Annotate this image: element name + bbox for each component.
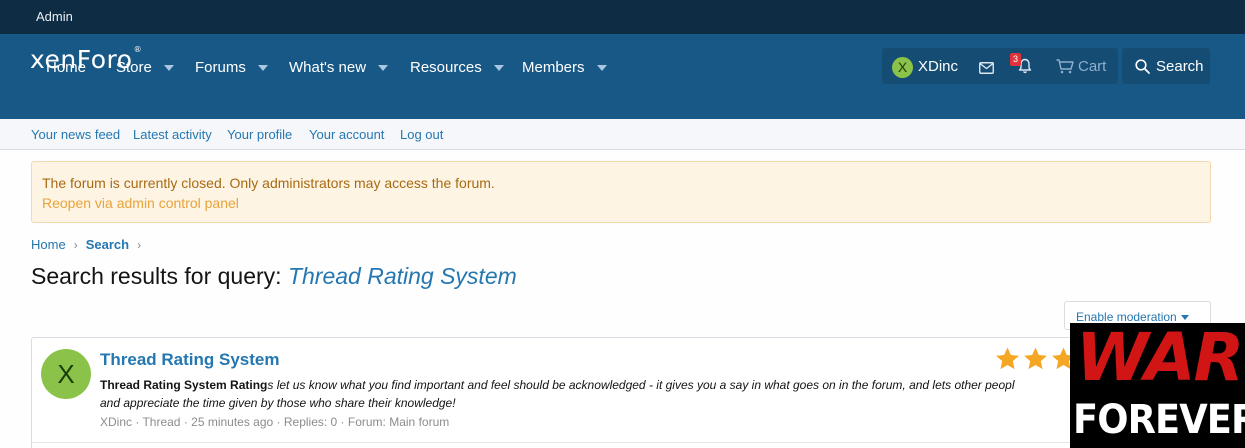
search-icon[interactable] (1135, 59, 1150, 79)
chevron-right-icon: › (137, 237, 142, 252)
sub-navigation: Your news feed Latest activity Your prof… (0, 119, 1245, 150)
search-query: Thread Rating System (287, 263, 517, 289)
admin-bar: Admin (0, 0, 1245, 34)
reopen-link[interactable]: Reopen via admin control panel (42, 195, 239, 211)
rating-stars (994, 346, 1078, 372)
admin-link[interactable]: Admin (36, 9, 73, 24)
divider (32, 442, 1210, 443)
page-title: Search results for query: Thread Rating … (31, 263, 517, 289)
username-link[interactable]: XDinc (918, 58, 958, 75)
result-meta: XDinc · Thread · 25 minutes ago · Replie… (100, 415, 450, 429)
logo-forever-text: FOREVER (1073, 397, 1245, 443)
chevron-down-icon[interactable] (493, 65, 504, 71)
star-icon (1024, 347, 1047, 370)
forum-closed-notice: The forum is currently closed. Only admi… (31, 161, 1211, 223)
nav-home[interactable]: Home (46, 58, 86, 76)
result-avatar[interactable]: X (41, 349, 91, 399)
subnav-news-feed[interactable]: Your news feed (31, 127, 120, 142)
star-icon (996, 347, 1019, 370)
subnav-your-account[interactable]: Your account (309, 127, 384, 142)
result-snippet: Thread Rating System Ratings let us know… (100, 378, 1015, 410)
avatar[interactable]: X (892, 57, 913, 78)
search-label[interactable]: Search (1156, 58, 1204, 75)
nav-resources[interactable]: Resources (410, 58, 504, 76)
nav-store[interactable]: Store (116, 58, 174, 76)
nav-whats-new[interactable]: What's new (289, 58, 389, 76)
cart-icon[interactable] (1056, 59, 1074, 79)
chevron-down-icon[interactable] (163, 65, 174, 71)
nav-members[interactable]: Members (522, 58, 607, 76)
war-forever-logo: WAR FOREVER (1070, 323, 1245, 448)
result-title-link[interactable]: Thread Rating System (100, 350, 280, 370)
breadcrumb: Home › Search › (31, 237, 149, 252)
chevron-down-icon[interactable] (257, 65, 268, 71)
envelope-icon[interactable] (979, 61, 994, 79)
cart-link[interactable]: Cart (1078, 58, 1106, 75)
nav-forums[interactable]: Forums (195, 58, 268, 76)
chevron-down-icon[interactable] (378, 65, 389, 71)
subnav-log-out[interactable]: Log out (400, 127, 443, 142)
alerts-count-badge: 3 (1010, 53, 1021, 66)
chevron-right-icon: › (73, 237, 78, 252)
subnav-latest-activity[interactable]: Latest activity (133, 127, 212, 142)
caret-down-icon (1180, 315, 1189, 321)
breadcrumb-home[interactable]: Home (31, 237, 66, 252)
logo-war-text: WAR (1076, 323, 1244, 396)
notice-text: The forum is currently closed. Only admi… (42, 175, 495, 191)
breadcrumb-search[interactable]: Search (86, 237, 129, 252)
chevron-down-icon[interactable] (596, 65, 607, 71)
subnav-your-profile[interactable]: Your profile (227, 127, 292, 142)
